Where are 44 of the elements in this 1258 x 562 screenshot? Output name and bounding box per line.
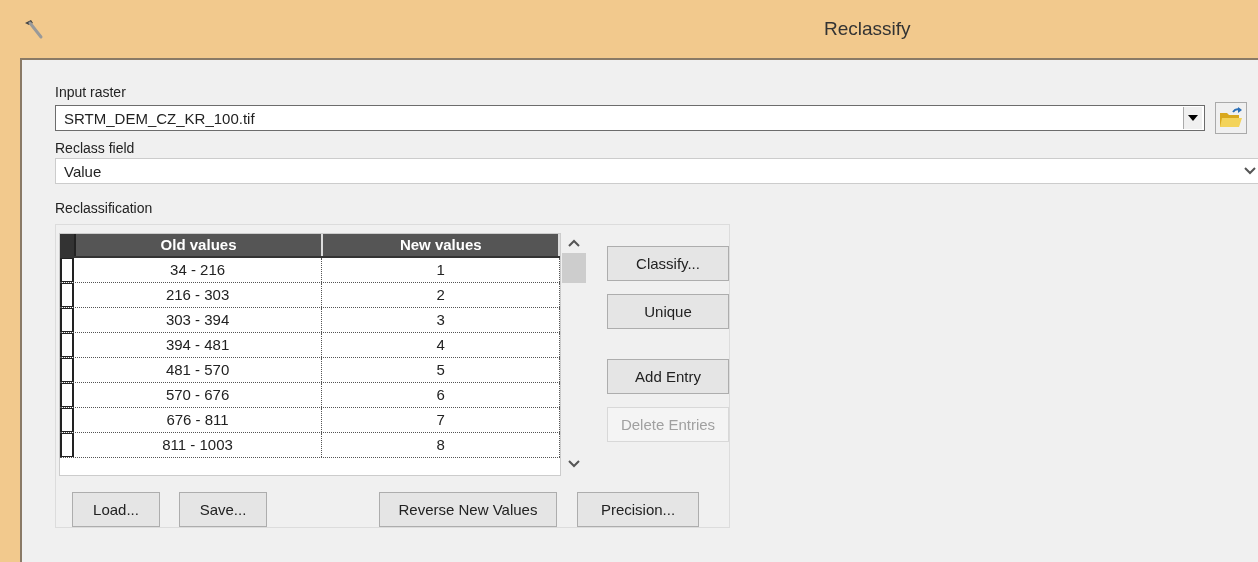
- row-selector[interactable]: [60, 258, 74, 282]
- reclass-field-dropdown[interactable]: Value: [55, 158, 1258, 184]
- row-selector[interactable]: [60, 408, 74, 432]
- input-raster-dropdown[interactable]: SRTM_DEM_CZ_KR_100.tif: [55, 105, 1205, 131]
- table-cell: 216 - 303: [74, 283, 323, 307]
- action-button[interactable]: Add Entry: [607, 359, 729, 394]
- action-button[interactable]: Precision...: [577, 492, 699, 527]
- table-cell: 1: [322, 258, 561, 282]
- table-cell: 5: [322, 358, 561, 382]
- scroll-up-icon[interactable]: [568, 239, 581, 247]
- action-button[interactable]: Classify...: [607, 246, 729, 281]
- dropdown-arrow-icon: [1188, 115, 1198, 121]
- row-selector[interactable]: [60, 308, 74, 332]
- row-selector[interactable]: [60, 358, 74, 382]
- table-cell: 676 - 811: [74, 408, 323, 432]
- table-cell: 6: [322, 383, 561, 407]
- action-button[interactable]: Unique: [607, 294, 729, 329]
- table-cell: 394 - 481: [74, 333, 323, 357]
- scroll-down-icon[interactable]: [568, 460, 581, 468]
- reclass-field-label: Reclass field: [55, 139, 136, 158]
- table-cell: 811 - 1003: [74, 433, 323, 457]
- action-button[interactable]: Load...: [72, 492, 160, 527]
- chevron-down-icon: [1244, 167, 1256, 175]
- row-selector[interactable]: [60, 433, 74, 457]
- table-cell: 4: [322, 333, 561, 357]
- table-cell: 34 - 216: [74, 258, 323, 282]
- table-cell: 7: [322, 408, 561, 432]
- table-cell: 8: [322, 433, 561, 457]
- reclassification-label: Reclassification: [55, 199, 154, 218]
- input-raster-label: Input raster: [55, 83, 127, 102]
- folder-icon: [1219, 107, 1243, 129]
- scrollbar-thumb[interactable]: [562, 253, 587, 283]
- table-cell: 481 - 570: [74, 358, 323, 382]
- table-cell: 570 - 676: [74, 383, 323, 407]
- action-button[interactable]: Save...: [179, 492, 267, 527]
- table-cell: 303 - 394: [74, 308, 323, 332]
- window-title: Reclassify: [824, 18, 911, 40]
- action-button[interactable]: Reverse New Values: [379, 492, 557, 527]
- row-selector[interactable]: [60, 333, 74, 357]
- row-selector[interactable]: [60, 283, 74, 307]
- table-cell: 3: [322, 308, 561, 332]
- table-cell: 2: [322, 283, 561, 307]
- row-selector[interactable]: [60, 383, 74, 407]
- column-header: Old values: [76, 234, 324, 256]
